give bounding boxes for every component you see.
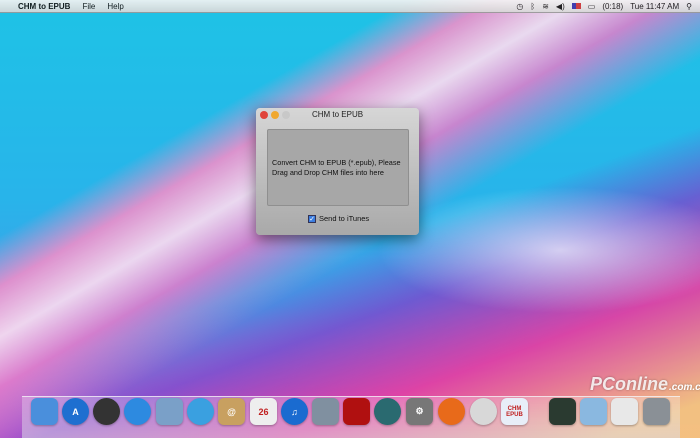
dock-item-safari[interactable]	[187, 398, 214, 425]
spotlight-icon[interactable]: ⚲	[686, 2, 692, 11]
dock-item-documents-folder[interactable]	[580, 398, 607, 425]
app-store-icon: A	[72, 406, 79, 417]
dock-item-facetime[interactable]	[124, 398, 151, 425]
close-button[interactable]	[260, 111, 268, 119]
dock-item-photo-booth[interactable]	[343, 398, 370, 425]
dock-item-preview[interactable]	[156, 398, 183, 425]
dock-item-iphoto[interactable]	[312, 398, 339, 425]
battery-icon[interactable]: ▭	[588, 2, 596, 11]
app-window: CHM to EPUB Convert CHM to EPUB (*.epub)…	[256, 108, 419, 235]
input-flag-icon[interactable]	[571, 3, 581, 9]
bluetooth-icon[interactable]: ᛒ	[530, 2, 535, 11]
time-machine-icon[interactable]: ◷	[516, 2, 523, 11]
dock-item-system-preferences[interactable]: ⚙	[406, 398, 433, 425]
dock-item-chrome[interactable]	[470, 398, 497, 425]
dock-item-downloads-stack[interactable]	[611, 398, 638, 425]
zoom-button[interactable]	[282, 111, 290, 119]
dock-item-ical[interactable]: 26	[250, 398, 277, 425]
dock-item-firefox[interactable]	[438, 398, 465, 425]
watermark-text: PConline	[590, 374, 669, 394]
system-preferences-icon: ⚙	[415, 406, 424, 416]
dock-item-address-book[interactable]: @	[218, 398, 245, 425]
dock-item-app-store[interactable]: A	[62, 398, 89, 425]
dock-item-dashboard[interactable]	[93, 398, 120, 425]
battery-time[interactable]: (0:18)	[602, 2, 623, 11]
itunes-icon: ♫	[291, 406, 298, 417]
checkbox-label: Send to iTunes	[319, 214, 370, 223]
dock-item-trash[interactable]	[643, 398, 670, 425]
send-to-itunes-checkbox[interactable]: ✓ Send to iTunes	[308, 214, 369, 223]
drop-zone[interactable]: Convert CHM to EPUB (*.epub), Please Dra…	[267, 129, 409, 206]
dock-item-chm-to-epub[interactable]: CHM EPUB	[501, 398, 528, 425]
menu-bar: CHM to EPUB File Help ◷ ᛒ ≋ ◀) ▭ (0:18) …	[0, 0, 700, 13]
volume-icon[interactable]: ◀)	[556, 2, 565, 11]
dock-item-activity-monitor[interactable]	[549, 398, 576, 425]
app-menu[interactable]: CHM to EPUB	[18, 2, 70, 11]
minimize-button[interactable]	[271, 111, 279, 119]
chm-to-epub-icon: CHM EPUB	[506, 405, 523, 418]
address-book-icon: @	[227, 406, 236, 417]
wifi-icon[interactable]: ≋	[542, 2, 549, 11]
dock-item-time-machine[interactable]	[374, 398, 401, 425]
dock-item-finder[interactable]	[31, 398, 58, 425]
watermark: PConline.com.cn	[590, 374, 700, 395]
ical-icon: 26	[258, 406, 269, 417]
clock[interactable]: Tue 11:47 AM	[630, 2, 679, 11]
drop-instructions: Convert CHM to EPUB (*.epub), Please Dra…	[272, 158, 401, 177]
watermark-domain: .com.cn	[669, 382, 700, 393]
checkmark-icon[interactable]: ✓	[308, 214, 316, 223]
menu-file[interactable]: File	[82, 2, 95, 11]
dock-item-itunes[interactable]: ♫	[281, 398, 308, 425]
menu-help[interactable]: Help	[107, 2, 123, 11]
